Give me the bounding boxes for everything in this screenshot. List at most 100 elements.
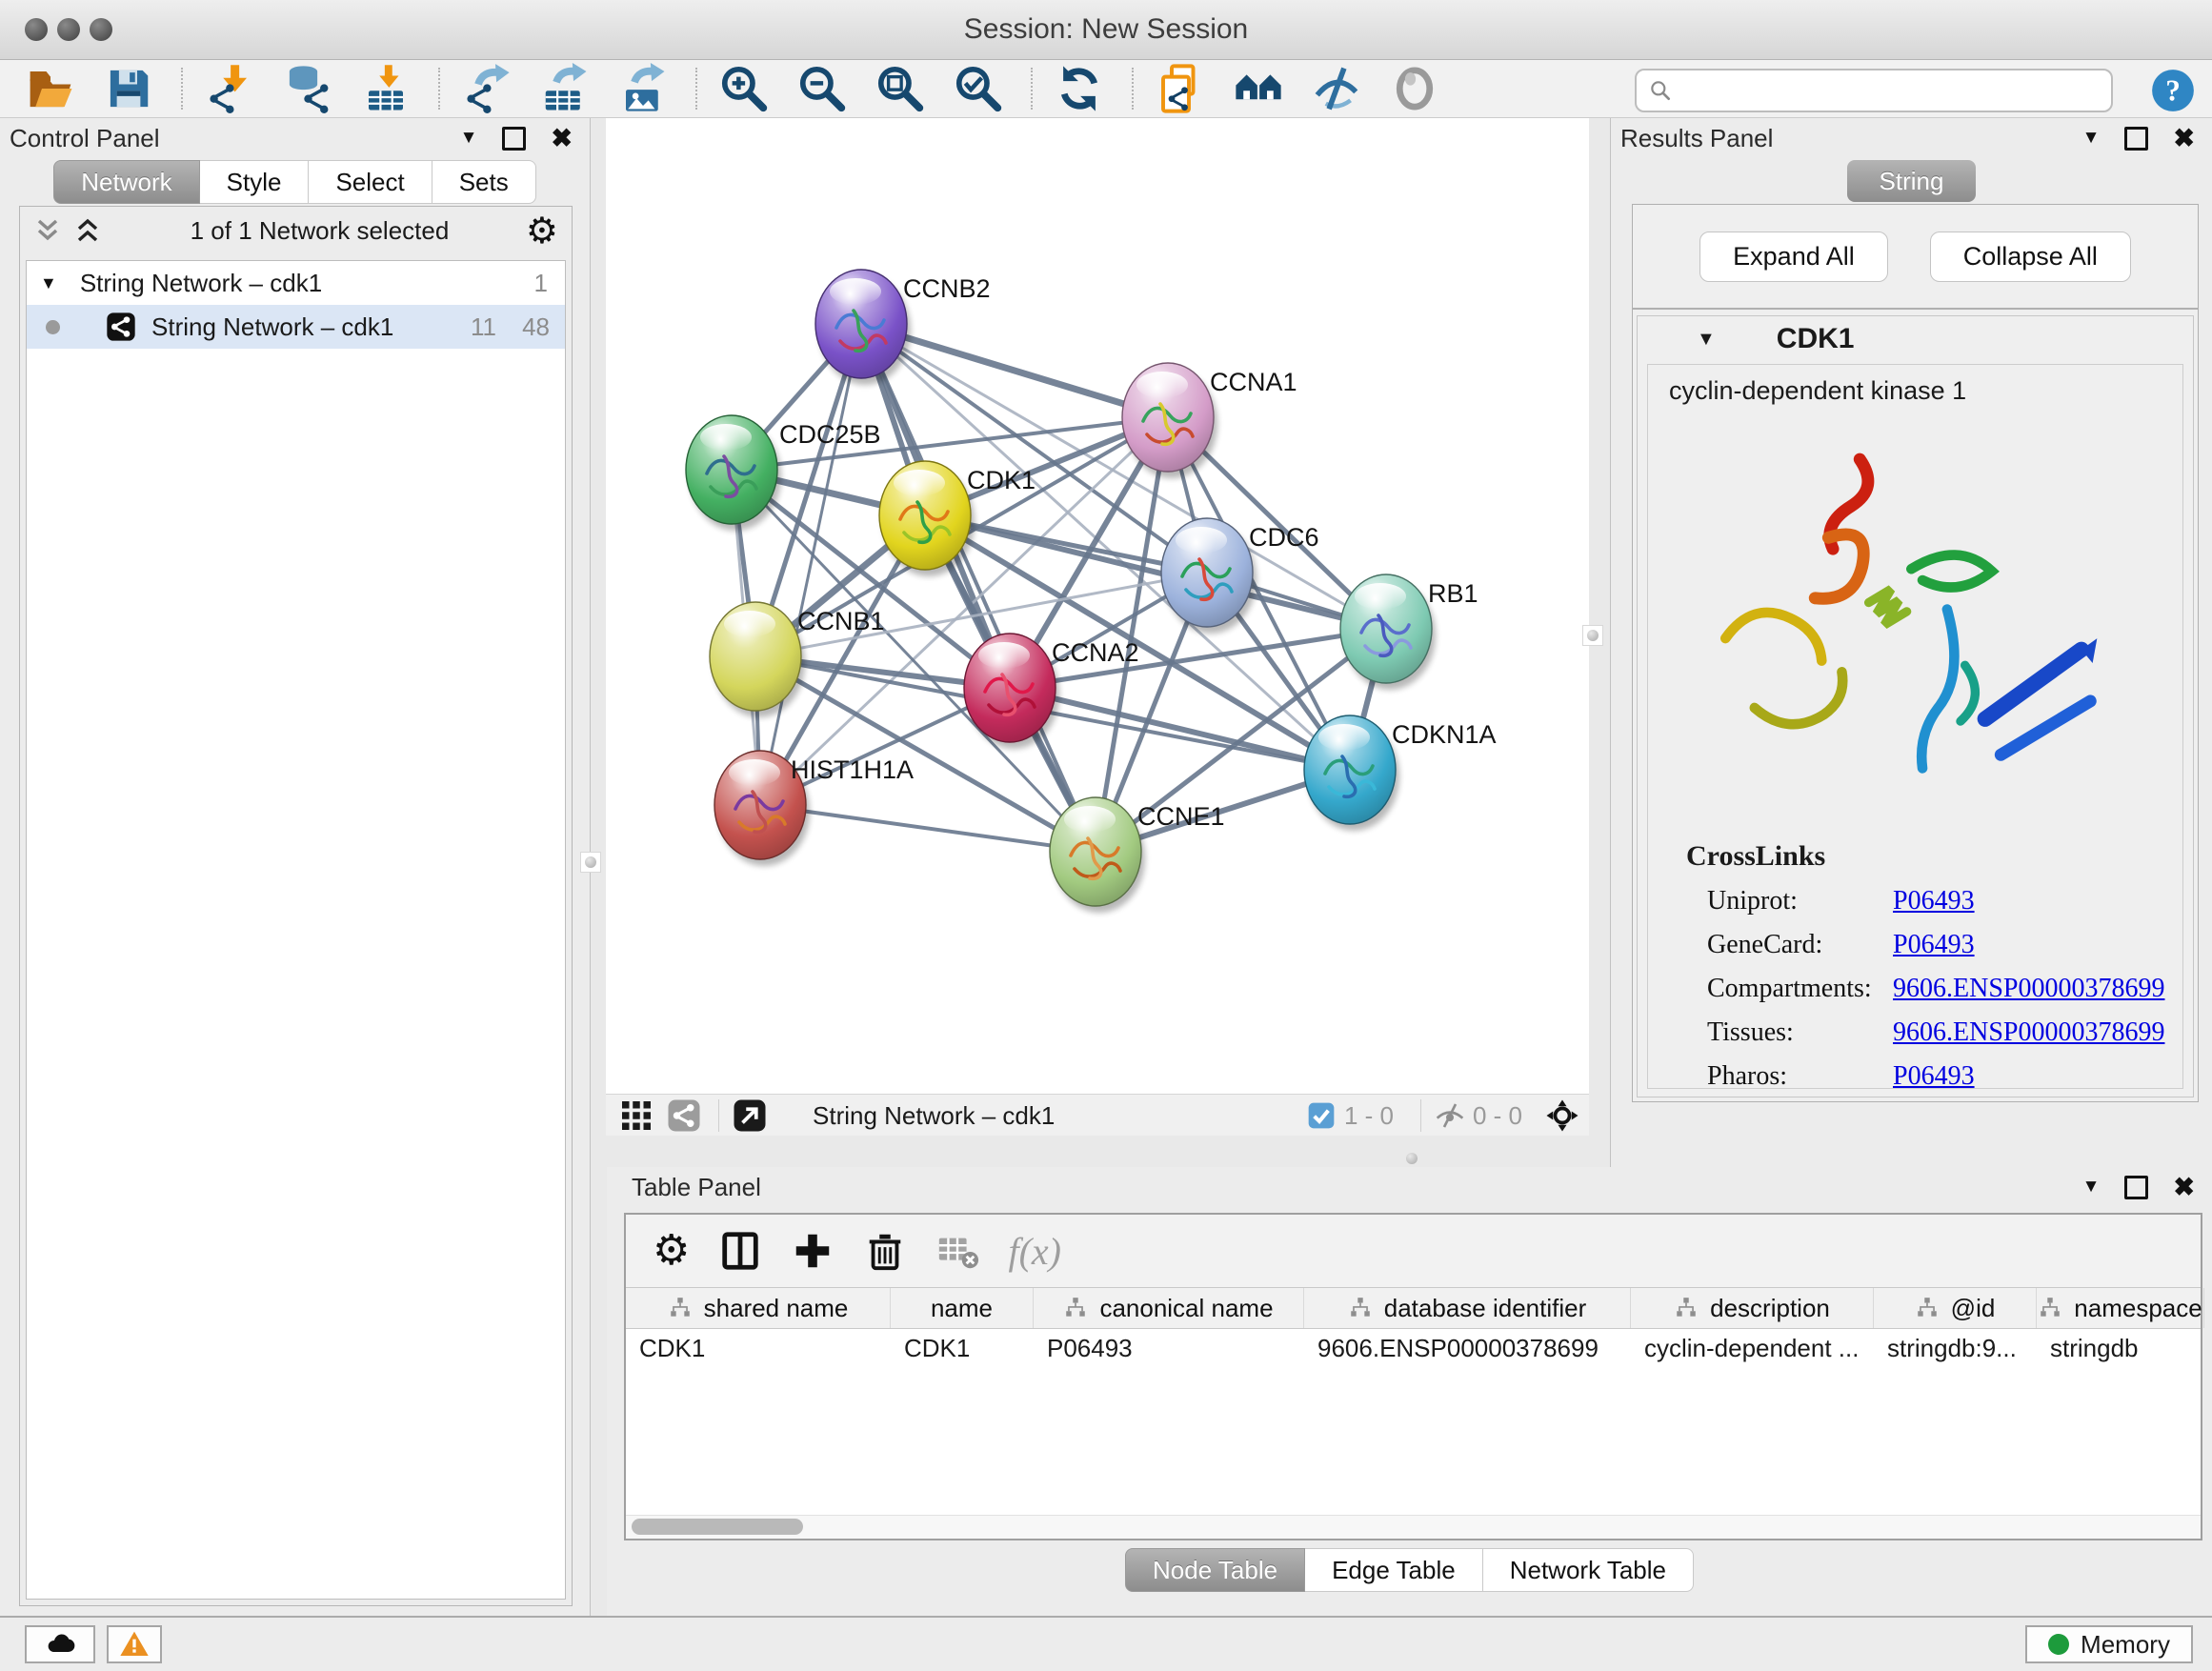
table-cell[interactable]: 9606.ENSP00000378699 (1304, 1329, 1631, 1367)
zoom-fit-button[interactable] (875, 63, 926, 114)
column-header-canonical-name[interactable]: canonical name (1034, 1288, 1304, 1328)
tab-string[interactable]: String (1847, 160, 1977, 202)
node-RB1[interactable] (1340, 574, 1436, 690)
open-in-new-window-icon[interactable] (733, 1098, 767, 1133)
node-CCNA1[interactable] (1122, 363, 1217, 478)
node-CCNB2[interactable] (815, 270, 911, 385)
delete-column-icon[interactable] (863, 1229, 907, 1273)
collapse-entry-icon[interactable]: ▼ (1697, 329, 1716, 351)
tab-network[interactable]: Network (53, 160, 199, 204)
crosslink-link[interactable]: P06493 (1893, 886, 1975, 916)
column-header-description[interactable]: description (1631, 1288, 1874, 1328)
close-panel-icon[interactable]: ✖ (2173, 1175, 2195, 1200)
table-cell[interactable]: CDK1 (891, 1329, 1034, 1367)
panel-menu-icon[interactable]: ▼ (2082, 128, 2101, 149)
tab-select[interactable]: Select (309, 160, 432, 204)
crosslink-link[interactable]: 9606.ENSP00000378699 (1893, 974, 2164, 1004)
show-grid-icon[interactable] (619, 1098, 654, 1133)
table-row[interactable]: CDK1CDK1P064939606.ENSP00000378699cyclin… (626, 1329, 2201, 1367)
table-cell[interactable]: P06493 (1034, 1329, 1304, 1367)
node-CCNA2[interactable] (964, 634, 1059, 749)
float-panel-icon[interactable] (502, 127, 526, 151)
column-header-shared-name[interactable]: shared name (626, 1288, 891, 1328)
create-column-icon[interactable] (791, 1229, 835, 1273)
right-splitter-handle[interactable] (1582, 625, 1603, 646)
cloud-status-button[interactable] (25, 1625, 95, 1663)
column-header-namespace[interactable]: namespace (2037, 1288, 2204, 1328)
crosslink-link[interactable]: P06493 (1893, 1061, 1975, 1089)
node-CDC6[interactable] (1161, 518, 1257, 634)
panel-menu-icon[interactable]: ▼ (2082, 1177, 2101, 1198)
column-header-name[interactable]: name (891, 1288, 1034, 1328)
export-image-button[interactable] (617, 63, 669, 114)
network-badge-icon[interactable] (667, 1098, 701, 1133)
node-result-header[interactable]: ▼ CDK1 (1638, 316, 2193, 362)
import-network-button[interactable] (204, 63, 255, 114)
search-input[interactable] (1635, 69, 2113, 112)
collapse-all-button[interactable]: Collapse All (1930, 232, 2131, 282)
node-CCNE1[interactable] (1050, 797, 1145, 913)
left-splitter-handle[interactable] (580, 852, 601, 873)
zoom-selected-button[interactable] (953, 63, 1004, 114)
save-session-button[interactable] (103, 63, 154, 114)
column-type-icon (1348, 1296, 1373, 1320)
node-CDKN1A[interactable] (1304, 715, 1399, 831)
import-table-button[interactable] (360, 63, 412, 114)
tab-style[interactable]: Style (200, 160, 310, 204)
open-session-button[interactable] (25, 63, 76, 114)
help-icon: ? (2149, 67, 2197, 114)
zoom-out-button[interactable] (796, 63, 848, 114)
edge-HIST1H1A-CCNE1[interactable] (760, 805, 1096, 852)
refresh-button[interactable] (1054, 63, 1105, 114)
tab-node-table[interactable]: Node Table (1125, 1548, 1305, 1592)
control-panel-header: Control Panel ▼ ✖ (0, 118, 590, 158)
table-horizontal-scrollbar[interactable] (626, 1515, 2201, 1539)
selected-checkbox-icon[interactable] (1306, 1100, 1337, 1131)
tab-sets[interactable]: Sets (432, 160, 536, 204)
search-field[interactable] (1673, 72, 2111, 109)
column-header--id[interactable]: @id (1874, 1288, 2037, 1328)
panel-menu-icon[interactable]: ▼ (460, 128, 478, 149)
table-cell[interactable]: CDK1 (626, 1329, 891, 1367)
export-table-button[interactable] (539, 63, 591, 114)
network-collection-row[interactable]: ▼ String Network – cdk1 1 (27, 261, 565, 305)
help-button[interactable]: ? (2149, 67, 2197, 114)
warnings-button[interactable] (107, 1625, 162, 1663)
hidden-eye-icon[interactable] (1435, 1100, 1465, 1131)
hide-selected-button[interactable] (1311, 63, 1362, 114)
table-cell[interactable]: cyclin-dependent ... (1631, 1329, 1874, 1367)
crosslink-link[interactable]: 9606.ENSP00000378699 (1893, 1017, 2164, 1048)
edge-CCNB2-HIST1H1A[interactable] (760, 324, 861, 805)
tab-edge-table[interactable]: Edge Table (1305, 1548, 1483, 1592)
birdseye-view-icon[interactable] (1545, 1098, 1579, 1133)
import-database-button[interactable] (282, 63, 333, 114)
tree-expander-icon[interactable]: ▼ (40, 273, 57, 293)
bottom-splitter-handle[interactable] (1402, 1149, 1421, 1168)
node-CDK1[interactable] (879, 461, 975, 576)
scrollbar-thumb[interactable] (632, 1519, 803, 1535)
memory-button[interactable]: Memory (2025, 1625, 2193, 1663)
close-panel-icon[interactable]: ✖ (2173, 126, 2195, 151)
float-panel-icon[interactable] (2124, 1176, 2148, 1199)
column-header-database-identifier[interactable]: database identifier (1304, 1288, 1631, 1328)
show-all-button[interactable] (1389, 63, 1440, 114)
node-CCNB1[interactable] (710, 602, 805, 717)
close-panel-icon[interactable]: ✖ (551, 126, 573, 151)
clone-network-button[interactable] (1155, 63, 1206, 114)
expand-all-button[interactable]: Expand All (1699, 232, 1888, 282)
network-row[interactable]: String Network – cdk1 11 48 (27, 305, 565, 349)
export-network-button[interactable] (461, 63, 513, 114)
table-options-gear-icon[interactable]: ⚙ (653, 1230, 690, 1272)
show-columns-icon[interactable] (718, 1229, 762, 1273)
table-cell[interactable]: stringdb:9... (1874, 1329, 2037, 1367)
first-neighbors-button[interactable] (1233, 63, 1284, 114)
expand-all-icon[interactable] (73, 216, 102, 245)
collapse-all-icon[interactable] (33, 216, 62, 245)
network-options-gear-icon[interactable]: ⚙ (526, 210, 558, 252)
table-cell[interactable]: stringdb (2037, 1329, 2204, 1367)
zoom-in-button[interactable] (718, 63, 770, 114)
float-panel-icon[interactable] (2124, 127, 2148, 151)
crosslink-link[interactable]: P06493 (1893, 930, 1975, 960)
tab-network-table[interactable]: Network Table (1483, 1548, 1694, 1592)
network-canvas[interactable]: CCNB2CCNA1CDC25BCDK1CDC6RB1CCNB1CCNA2CDK… (606, 118, 1589, 1094)
